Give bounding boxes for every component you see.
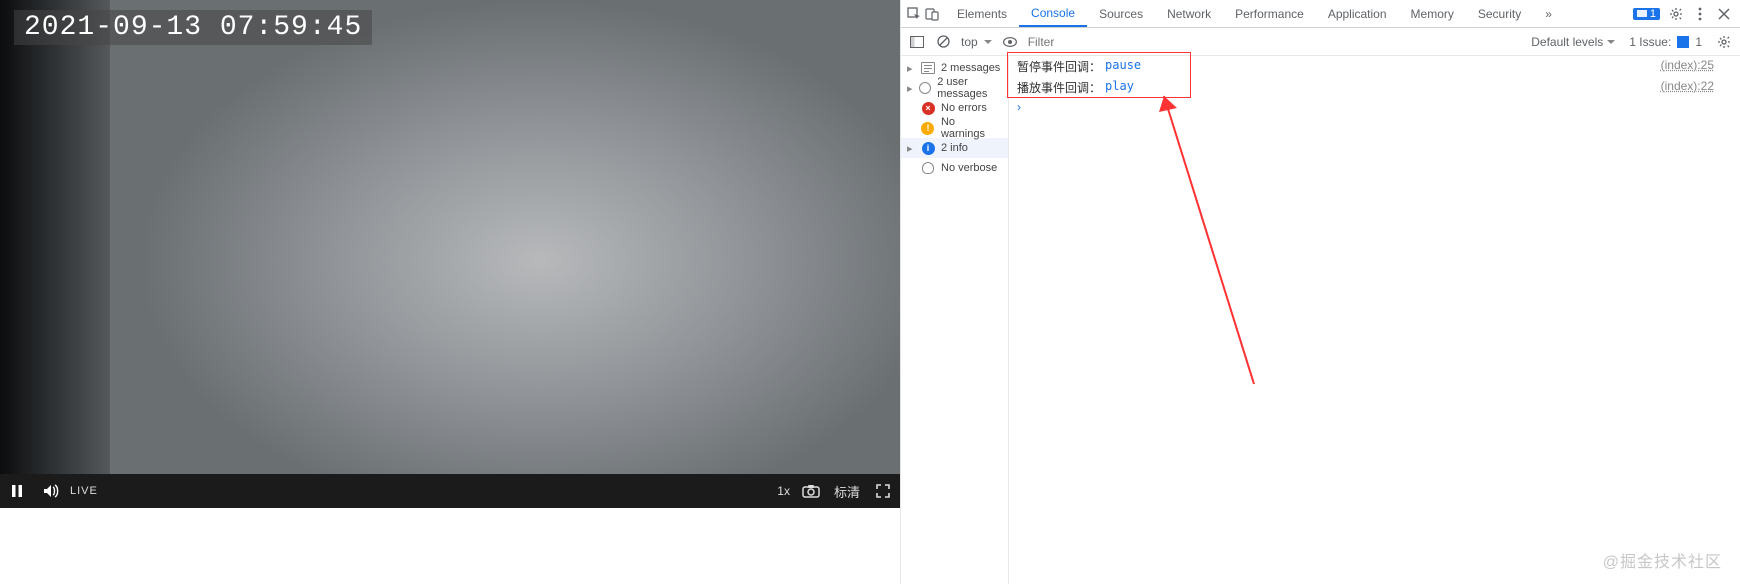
tab-issue-badge[interactable]: 1	[1633, 8, 1660, 20]
kebab-menu-icon[interactable]	[1692, 6, 1708, 22]
tab-performance[interactable]: Performance	[1223, 0, 1316, 27]
log-levels-dropdown[interactable]: Default levels	[1531, 35, 1615, 49]
log-text: 播放事件回调：	[1017, 79, 1101, 96]
sidebar-info[interactable]: ▸i 2 info	[901, 138, 1008, 158]
sidebar-messages[interactable]: ▸ 2 messages	[901, 58, 1008, 78]
tab-memory[interactable]: Memory	[1399, 0, 1466, 27]
messages-icon	[921, 61, 935, 75]
sidebar-item-label: No errors	[941, 102, 987, 114]
sidebar-warnings[interactable]: ! No warnings	[901, 118, 1008, 138]
info-icon: i	[922, 142, 935, 155]
playback-rate[interactable]: 1x	[777, 484, 790, 498]
sidebar-item-label: 2 info	[941, 142, 968, 154]
context-selector[interactable]: top	[961, 35, 992, 49]
watermark: @掘金技术社区	[1603, 548, 1722, 572]
video-player: 2021-09-13 07:59:45 LIVE 1x 标清	[0, 0, 900, 508]
player-controls: LIVE 1x 标清	[0, 474, 900, 508]
quality-selector[interactable]: 标清	[834, 482, 860, 501]
console-prompt[interactable]: ›	[1009, 98, 1740, 116]
volume-button[interactable]	[34, 474, 68, 508]
issues-indicator[interactable]: 1 Issue: 1	[1629, 35, 1702, 49]
log-source-link[interactable]: (index):25	[1661, 58, 1732, 75]
video-timestamp: 2021-09-13 07:59:45	[14, 10, 372, 45]
clear-console-icon[interactable]	[935, 34, 951, 50]
console-log-line: 播放事件回调： play (index):22	[1009, 77, 1740, 98]
sidebar-toggle-icon[interactable]	[909, 34, 925, 50]
tab-application[interactable]: Application	[1316, 0, 1399, 27]
log-source-link[interactable]: (index):22	[1661, 79, 1732, 96]
snapshot-button[interactable]	[794, 474, 828, 508]
fullscreen-button[interactable]	[866, 474, 900, 508]
settings-gear-icon[interactable]	[1668, 6, 1684, 22]
pause-button[interactable]	[0, 474, 34, 508]
video-frame	[0, 0, 900, 474]
sidebar-item-label: 2 messages	[941, 62, 1000, 74]
error-icon: ×	[922, 102, 935, 115]
user-icon	[919, 81, 931, 95]
log-value: pause	[1105, 58, 1141, 75]
console-toolbar: top Default levels 1 Issue: 1	[901, 28, 1740, 56]
sidebar-item-label: No warnings	[941, 116, 1002, 140]
live-expression-icon[interactable]	[1002, 34, 1018, 50]
tab-issue-count: 1	[1650, 8, 1656, 20]
tab-console[interactable]: Console	[1019, 0, 1087, 27]
sidebar-item-label: No verbose	[941, 162, 997, 174]
warning-icon: !	[921, 122, 934, 135]
console-log-area[interactable]: 暂停事件回调： pause (index):25 播放事件回调： play (i…	[1009, 56, 1740, 584]
issues-square-icon	[1677, 36, 1689, 48]
tab-security[interactable]: Security	[1466, 0, 1533, 27]
annotation-arrow	[1149, 84, 1269, 394]
bug-icon	[921, 161, 935, 175]
inspect-icon[interactable]	[906, 6, 922, 22]
sidebar-errors[interactable]: × No errors	[901, 98, 1008, 118]
console-settings-gear-icon[interactable]	[1716, 34, 1732, 50]
log-text: 暂停事件回调：	[1017, 58, 1101, 75]
devtools-panel: Elements Console Sources Network Perform…	[900, 0, 1740, 584]
sidebar-verbose[interactable]: No verbose	[901, 158, 1008, 178]
log-value: play	[1105, 79, 1134, 96]
sidebar-user-messages[interactable]: ▸ 2 user messages	[901, 78, 1008, 98]
live-badge: LIVE	[70, 485, 98, 497]
issues-count: 1	[1695, 35, 1702, 49]
console-sidebar: ▸ 2 messages ▸ 2 user messages × No erro…	[901, 56, 1009, 584]
devtools-tabstrip: Elements Console Sources Network Perform…	[901, 0, 1740, 28]
tab-sources[interactable]: Sources	[1087, 0, 1155, 27]
tab-network[interactable]: Network	[1155, 0, 1223, 27]
sidebar-item-label: 2 user messages	[937, 76, 1002, 100]
issues-label: 1 Issue:	[1629, 35, 1671, 49]
close-devtools-icon[interactable]	[1716, 6, 1732, 22]
tabs-overflow[interactable]: »	[1533, 0, 1564, 27]
console-log-line: 暂停事件回调： pause (index):25	[1009, 56, 1740, 77]
console-body: ▸ 2 messages ▸ 2 user messages × No erro…	[901, 56, 1740, 584]
tab-elements[interactable]: Elements	[945, 0, 1019, 27]
device-toggle-icon[interactable]	[924, 6, 940, 22]
console-filter-input[interactable]	[1028, 35, 1368, 49]
